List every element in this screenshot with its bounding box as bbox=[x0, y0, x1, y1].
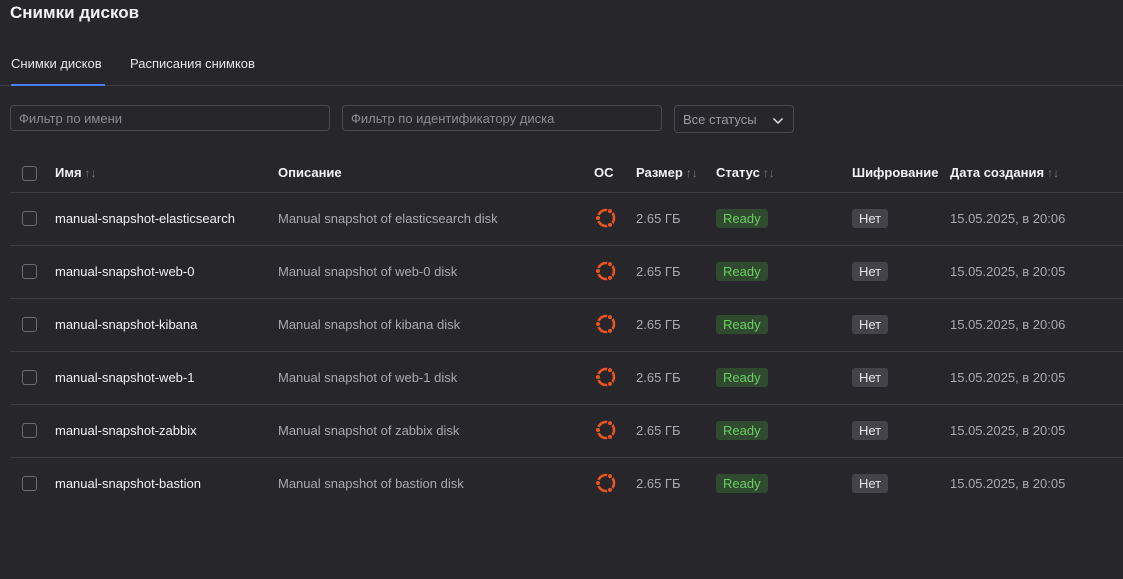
column-header-os: ОС bbox=[594, 165, 614, 180]
created-date: 15.05.2025, в 20:05 bbox=[950, 264, 1066, 279]
status-badge: Ready bbox=[716, 421, 768, 440]
snapshot-name[interactable]: manual-snapshot-elasticsearch bbox=[55, 211, 235, 226]
row-checkbox[interactable] bbox=[22, 476, 37, 491]
column-header-status-label: Статус bbox=[716, 165, 760, 180]
created-date: 15.05.2025, в 20:05 bbox=[950, 370, 1066, 385]
row-checkbox[interactable] bbox=[22, 211, 37, 226]
sort-icon: ↑↓ bbox=[685, 166, 698, 180]
snapshot-size: 2.65 ГБ bbox=[636, 264, 681, 279]
table-row[interactable]: manual-snapshot-bastion Manual snapshot … bbox=[10, 458, 1123, 510]
snapshot-size: 2.65 ГБ bbox=[636, 211, 681, 226]
status-badge: Ready bbox=[716, 474, 768, 493]
snapshot-description: Manual snapshot of kibana disk bbox=[278, 317, 461, 332]
disk-id-filter-input[interactable] bbox=[342, 105, 662, 131]
column-header-encryption: Шифрование bbox=[852, 165, 939, 180]
ubuntu-icon bbox=[594, 312, 618, 339]
snapshot-description: Manual snapshot of web-0 disk bbox=[278, 264, 458, 279]
page: Снимки дисков Снимки дисков Расписания с… bbox=[0, 0, 1123, 579]
row-checkbox[interactable] bbox=[22, 423, 37, 438]
row-checkbox[interactable] bbox=[22, 264, 37, 279]
sort-icon: ↑↓ bbox=[84, 166, 97, 180]
chevron-down-icon bbox=[772, 114, 784, 129]
snapshot-description: Manual snapshot of bastion disk bbox=[278, 476, 464, 491]
table-row[interactable]: manual-snapshot-kibana Manual snapshot o… bbox=[10, 299, 1123, 352]
ubuntu-icon bbox=[594, 206, 618, 233]
tab-disk-snapshots[interactable]: Снимки дисков bbox=[11, 56, 105, 86]
status-badge: Ready bbox=[716, 262, 768, 281]
encryption-badge: Нет bbox=[852, 474, 889, 493]
sort-icon: ↑↓ bbox=[762, 166, 775, 180]
status-badge: Ready bbox=[716, 368, 768, 387]
ubuntu-icon bbox=[594, 259, 618, 286]
status-badge: Ready bbox=[716, 315, 768, 334]
table-row[interactable]: manual-snapshot-elasticsearch Manual sna… bbox=[10, 193, 1123, 246]
tab-bar: Снимки дисков Расписания снимков bbox=[0, 47, 1123, 86]
snapshot-size: 2.65 ГБ bbox=[636, 423, 681, 438]
created-date: 15.05.2025, в 20:05 bbox=[950, 423, 1066, 438]
snapshot-name[interactable]: manual-snapshot-web-0 bbox=[55, 264, 194, 279]
table-row[interactable]: manual-snapshot-web-0 Manual snapshot of… bbox=[10, 246, 1123, 299]
name-filter-input[interactable] bbox=[10, 105, 330, 131]
select-all-checkbox[interactable] bbox=[22, 166, 37, 181]
status-badge: Ready bbox=[716, 209, 768, 228]
ubuntu-icon bbox=[594, 365, 618, 392]
column-header-status[interactable]: Статус ↑↓ bbox=[716, 165, 775, 180]
encryption-badge: Нет bbox=[852, 368, 889, 387]
status-select[interactable]: Все статусы bbox=[674, 105, 794, 133]
created-date: 15.05.2025, в 20:06 bbox=[950, 317, 1066, 332]
row-checkbox[interactable] bbox=[22, 317, 37, 332]
encryption-badge: Нет bbox=[852, 209, 889, 228]
table-row[interactable]: manual-snapshot-zabbix Manual snapshot o… bbox=[10, 405, 1123, 458]
tab-snapshot-schedules[interactable]: Расписания снимков bbox=[130, 56, 260, 84]
snapshot-name[interactable]: manual-snapshot-web-1 bbox=[55, 370, 194, 385]
created-date: 15.05.2025, в 20:05 bbox=[950, 476, 1066, 491]
column-header-name[interactable]: Имя ↑↓ bbox=[55, 165, 97, 180]
encryption-badge: Нет bbox=[852, 315, 889, 334]
status-select-value: Все статусы bbox=[683, 111, 757, 127]
page-title: Снимки дисков bbox=[10, 3, 140, 22]
column-header-created[interactable]: Дата создания ↑↓ bbox=[950, 165, 1059, 180]
column-header-name-label: Имя bbox=[55, 165, 82, 180]
snapshot-description: Manual snapshot of zabbix disk bbox=[278, 423, 460, 438]
column-header-size-label: Размер bbox=[636, 165, 683, 180]
sort-icon: ↑↓ bbox=[1047, 166, 1060, 180]
encryption-badge: Нет bbox=[852, 262, 889, 281]
encryption-badge: Нет bbox=[852, 421, 889, 440]
snapshot-size: 2.65 ГБ bbox=[636, 476, 681, 491]
table-row[interactable]: manual-snapshot-web-1 Manual snapshot of… bbox=[10, 352, 1123, 405]
snapshot-name[interactable]: manual-snapshot-bastion bbox=[55, 476, 201, 491]
snapshot-name[interactable]: manual-snapshot-zabbix bbox=[55, 423, 197, 438]
column-header-description: Описание bbox=[278, 165, 342, 180]
ubuntu-icon bbox=[594, 471, 618, 498]
snapshot-size: 2.65 ГБ bbox=[636, 370, 681, 385]
snapshot-name[interactable]: manual-snapshot-kibana bbox=[55, 317, 197, 332]
snapshots-table: Имя ↑↓ Описание ОС Размер ↑↓ Статус ↑↓ Шифр… bbox=[10, 155, 1123, 510]
snapshot-description: Manual snapshot of elasticsearch disk bbox=[278, 211, 498, 226]
snapshot-description: Manual snapshot of web-1 disk bbox=[278, 370, 458, 385]
column-header-created-label: Дата создания bbox=[950, 165, 1045, 180]
table-header: Имя ↑↓ Описание ОС Размер ↑↓ Статус ↑↓ Шифр… bbox=[10, 155, 1123, 193]
snapshot-size: 2.65 ГБ bbox=[636, 317, 681, 332]
ubuntu-icon bbox=[594, 418, 618, 445]
column-header-size[interactable]: Размер ↑↓ bbox=[636, 165, 698, 180]
created-date: 15.05.2025, в 20:06 bbox=[950, 211, 1066, 226]
row-checkbox[interactable] bbox=[22, 370, 37, 385]
